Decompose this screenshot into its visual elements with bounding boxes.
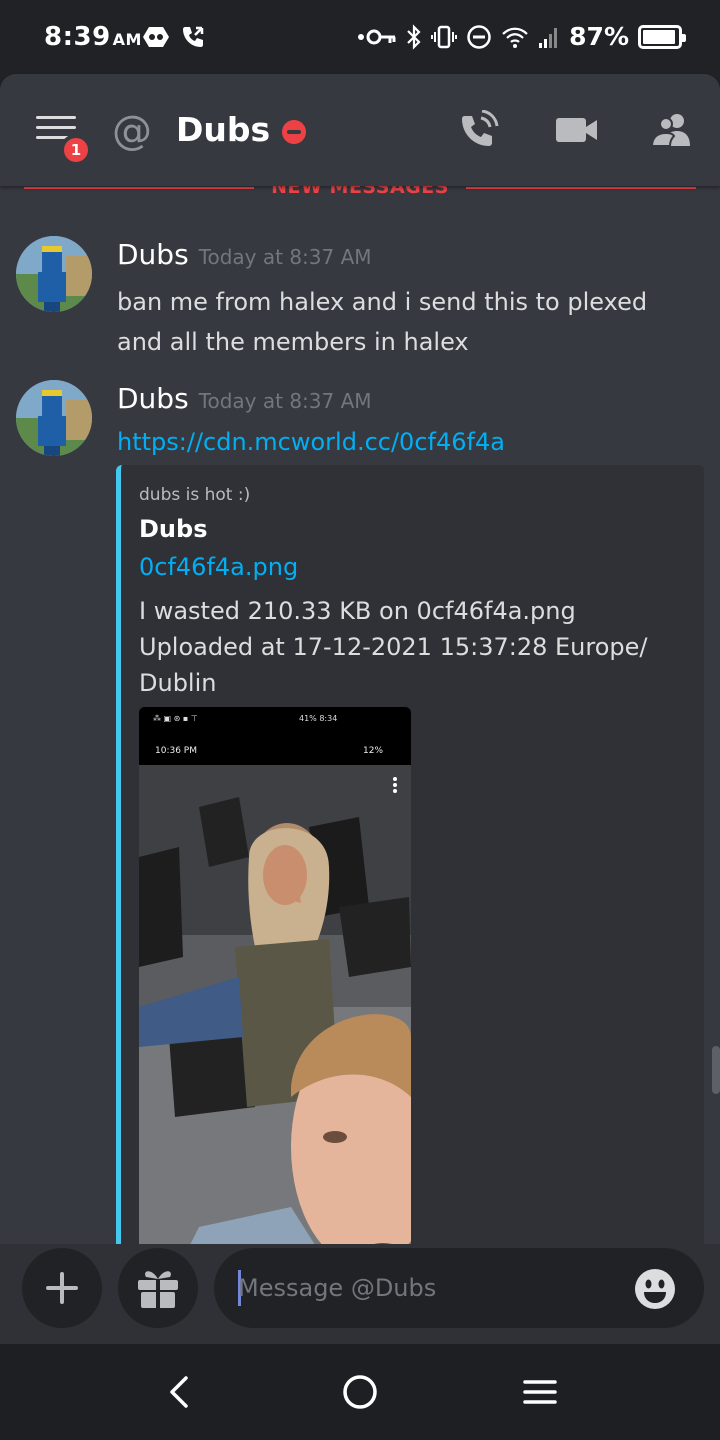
voice-call-icon[interactable] xyxy=(456,110,502,150)
system-navigation-bar xyxy=(0,1344,720,1440)
at-icon: @ xyxy=(112,108,152,154)
cell-signal-icon xyxy=(539,27,558,48)
image-status-battery-top: 41% 8:34 xyxy=(299,714,337,723)
link-embed[interactable]: dubs is hot :) Dubs 0cf46f4a.png I waste… xyxy=(116,465,704,1244)
battery-percent: 87% xyxy=(569,22,629,51)
message-input[interactable] xyxy=(238,1266,618,1310)
embed-description-line: I wasted 210.33 KB on 0cf46f4a.png xyxy=(139,597,576,625)
wifi-icon xyxy=(502,27,528,48)
author-name[interactable]: Dubs xyxy=(117,238,189,271)
game-controller-icon xyxy=(143,27,169,47)
status-left-icons xyxy=(142,24,206,50)
status-time: 8:39 AM xyxy=(44,22,142,52)
plus-icon xyxy=(46,1272,78,1304)
battery-icon xyxy=(638,24,686,49)
status-time-ampm: AM xyxy=(112,30,142,49)
message-input-field[interactable] xyxy=(214,1248,704,1328)
notification-badge: 1 xyxy=(60,134,92,166)
embedded-photo: ⁂ ▣ ⊛ ▪ ⊤ 41% 8:34 10:36 PM 12% xyxy=(139,707,411,1244)
embed-image[interactable]: ⁂ ▣ ⊛ ▪ ⊤ 41% 8:34 10:36 PM 12% xyxy=(139,707,411,1244)
image-status-time: 10:36 PM xyxy=(155,746,197,756)
embed-author[interactable]: Dubs xyxy=(139,515,207,543)
message-link[interactable]: https://cdn.mcworld.cc/0cf46f4a xyxy=(117,428,505,456)
wifi-calling-icon xyxy=(183,26,204,47)
message-timestamp: Today at 8:37 AM xyxy=(198,389,372,413)
avatar[interactable] xyxy=(16,380,92,456)
do-not-disturb-status-icon xyxy=(282,120,306,144)
members-icon[interactable] xyxy=(650,110,696,150)
message-text: ban me from halex and i send this to ple… xyxy=(117,288,648,356)
embed-description: I wasted 210.33 KB on 0cf46f4a.png Uploa… xyxy=(139,593,679,701)
add-attachment-button[interactable] xyxy=(22,1248,102,1328)
vpn-key-icon xyxy=(358,29,396,44)
message-list[interactable]: NEW MESSAGES Dubs Today at 8:37 AM ban me… xyxy=(0,186,720,1244)
home-icon[interactable] xyxy=(336,1368,384,1416)
new-messages-label: NEW MESSAGES xyxy=(271,186,449,198)
gift-button[interactable] xyxy=(118,1248,198,1328)
message-author[interactable]: Dubs Today at 8:37 AM xyxy=(117,238,372,271)
video-call-icon[interactable] xyxy=(554,110,600,150)
embed-description-line: Dublin xyxy=(139,669,217,697)
avatar[interactable] xyxy=(16,236,92,312)
svg-text:⁂ ▣ ⊛ ▪ ⊤: ⁂ ▣ ⊛ ▪ ⊤ xyxy=(153,713,198,723)
status-bar: 8:39 AM 87% xyxy=(0,0,720,74)
channel-title: Dubs xyxy=(176,110,271,149)
vibrate-icon xyxy=(431,25,458,48)
new-messages-divider: NEW MESSAGES xyxy=(24,186,696,206)
message-composer xyxy=(0,1244,720,1344)
minecraft-avatar-icon xyxy=(16,380,92,456)
back-icon[interactable] xyxy=(156,1368,204,1416)
message-timestamp: Today at 8:37 AM xyxy=(198,245,372,269)
status-right-icons: 87% xyxy=(357,22,686,51)
gift-icon xyxy=(138,1271,178,1308)
scrollbar-thumb[interactable] xyxy=(712,1046,720,1094)
image-status-battery: 12% xyxy=(363,746,383,756)
recent-apps-icon[interactable] xyxy=(516,1368,564,1416)
minecraft-avatar-icon xyxy=(16,236,92,312)
embed-provider[interactable]: dubs is hot :) xyxy=(139,485,250,505)
do-not-disturb-icon xyxy=(467,24,491,49)
status-time-value: 8:39 xyxy=(44,22,111,52)
channel-header: 1 @ Dubs xyxy=(0,74,720,186)
embed-description-line: Uploaded at 17-12-2021 15:37:28 Europe/ xyxy=(139,633,648,661)
emoji-icon[interactable] xyxy=(634,1268,676,1310)
author-name[interactable]: Dubs xyxy=(117,382,189,415)
bluetooth-icon xyxy=(407,23,421,50)
message-author[interactable]: Dubs Today at 8:37 AM xyxy=(117,382,372,415)
embed-title-link[interactable]: 0cf46f4a.png xyxy=(139,553,298,581)
